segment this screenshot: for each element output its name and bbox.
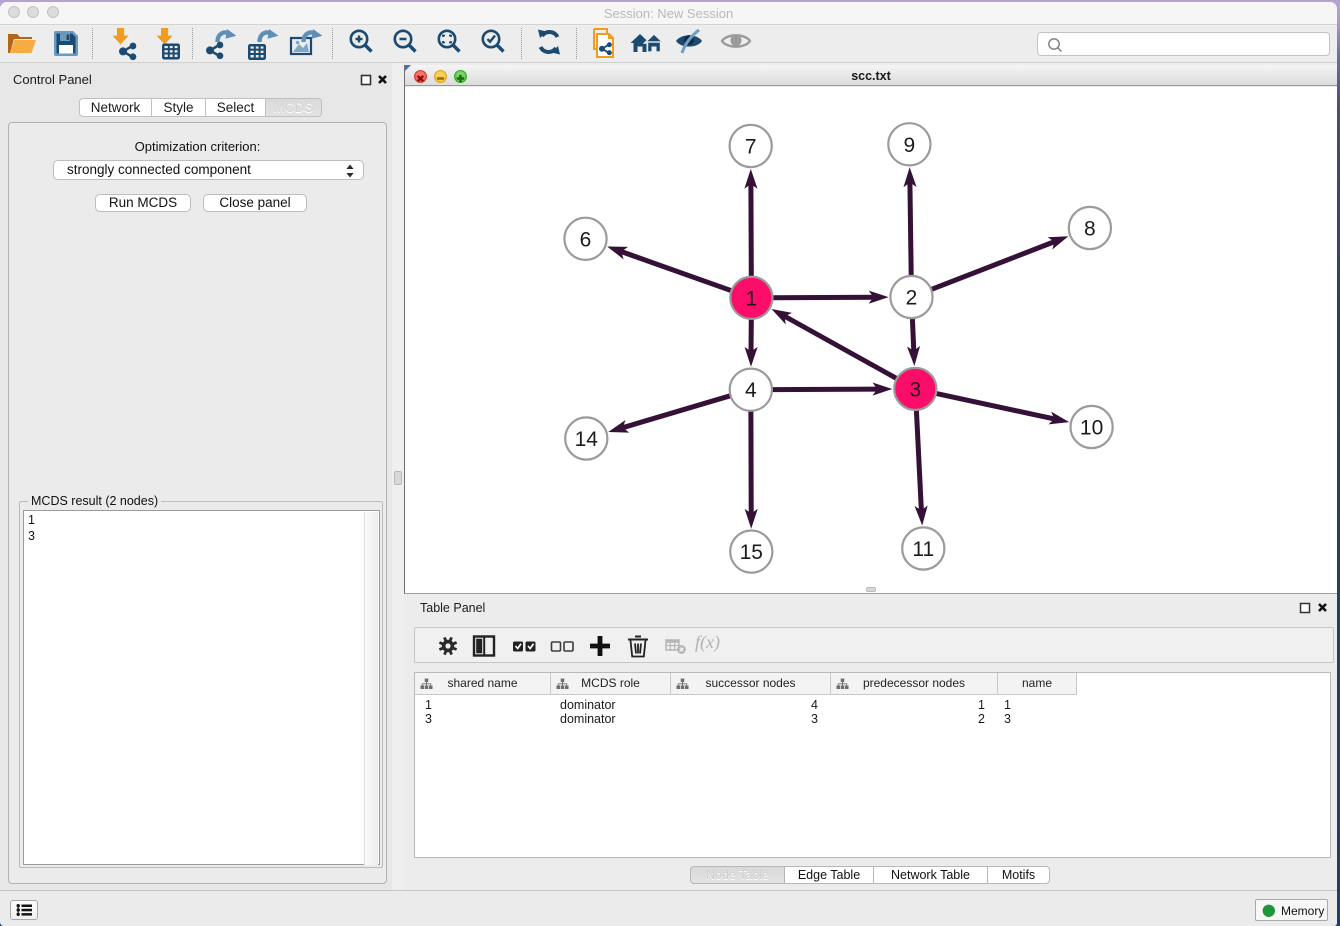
svg-text:7: 7 [745,136,757,159]
svg-text:4: 4 [745,379,757,402]
svg-text:9: 9 [904,134,916,157]
svg-text:8: 8 [1084,218,1096,241]
svg-text:2: 2 [906,287,918,310]
svg-text:1: 1 [746,287,758,310]
svg-text:3: 3 [909,378,921,401]
svg-text:11: 11 [912,538,934,561]
svg-text:14: 14 [575,428,599,451]
svg-text:10: 10 [1080,417,1103,440]
svg-text:15: 15 [740,541,763,564]
svg-text:6: 6 [580,228,592,251]
